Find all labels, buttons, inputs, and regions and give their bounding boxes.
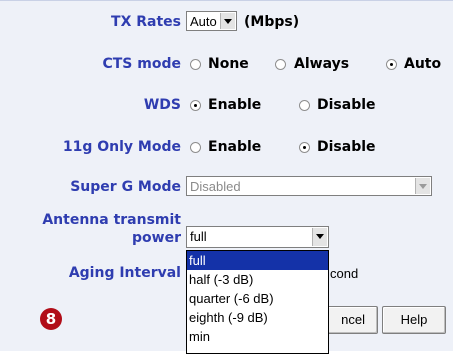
antenna-option-quarter[interactable]: quarter (-6 dB) (187, 289, 328, 308)
11g-disable-label: Disable (317, 139, 376, 155)
settings-panel: TX Rates Auto (Mbps) CTS mode None Alway… (0, 0, 453, 354)
aging-interval-unit: cond (330, 266, 359, 281)
tx-rates-value: Auto (190, 14, 217, 29)
wds-enable-radio[interactable] (190, 100, 201, 111)
help-button-label: Help (400, 312, 428, 327)
chevron-down-icon[interactable] (312, 228, 327, 246)
help-button[interactable]: Help (382, 306, 446, 334)
wds-enable-label: Enable (208, 97, 262, 113)
callout-number: 8 (45, 310, 57, 328)
antenna-power-select[interactable]: full (186, 226, 329, 248)
cancel-button-label: ncel (341, 312, 365, 327)
11g-enable-radio[interactable] (190, 142, 201, 153)
antenna-option-eighth[interactable]: eighth (-9 dB) (187, 308, 328, 327)
super-g-value: Disabled (190, 179, 241, 194)
antenna-power-dropdown-list[interactable]: full half (-3 dB) quarter (-6 dB) eighth… (186, 250, 329, 354)
chevron-down-icon (415, 178, 430, 194)
cts-none-label: None (208, 56, 249, 72)
11g-only-label: 11g Only Mode (62, 139, 181, 155)
11g-disable-radio[interactable] (299, 142, 310, 153)
cts-always-label: Always (294, 56, 350, 72)
tx-rates-unit: (Mbps) (244, 14, 300, 30)
antenna-option-min[interactable]: min (187, 327, 328, 346)
callout-badge: 8 (40, 308, 62, 330)
antenna-label-line2: power (132, 230, 181, 246)
wds-disable-label: Disable (317, 97, 376, 113)
chevron-down-icon[interactable] (220, 13, 235, 29)
aging-interval-label: Aging Interval (68, 265, 181, 281)
antenna-power-value: full (190, 229, 207, 244)
wds-disable-radio[interactable] (299, 100, 310, 111)
11g-enable-label: Enable (208, 139, 262, 155)
cts-always-radio[interactable] (275, 59, 286, 70)
cts-auto-radio[interactable] (386, 59, 397, 70)
wds-label: WDS (143, 97, 181, 113)
antenna-option-half[interactable]: half (-3 dB) (187, 270, 328, 289)
cts-auto-label: Auto (404, 56, 442, 72)
super-g-label: Super G Mode (70, 179, 181, 195)
tx-rates-label: TX Rates (111, 14, 181, 30)
cts-none-radio[interactable] (190, 59, 201, 70)
tx-rates-select[interactable]: Auto (186, 11, 237, 31)
antenna-option-full[interactable]: full (187, 251, 328, 270)
cts-mode-label: CTS mode (102, 56, 181, 72)
antenna-label-line1: Antenna transmit (42, 212, 181, 228)
super-g-select: Disabled (186, 176, 432, 196)
